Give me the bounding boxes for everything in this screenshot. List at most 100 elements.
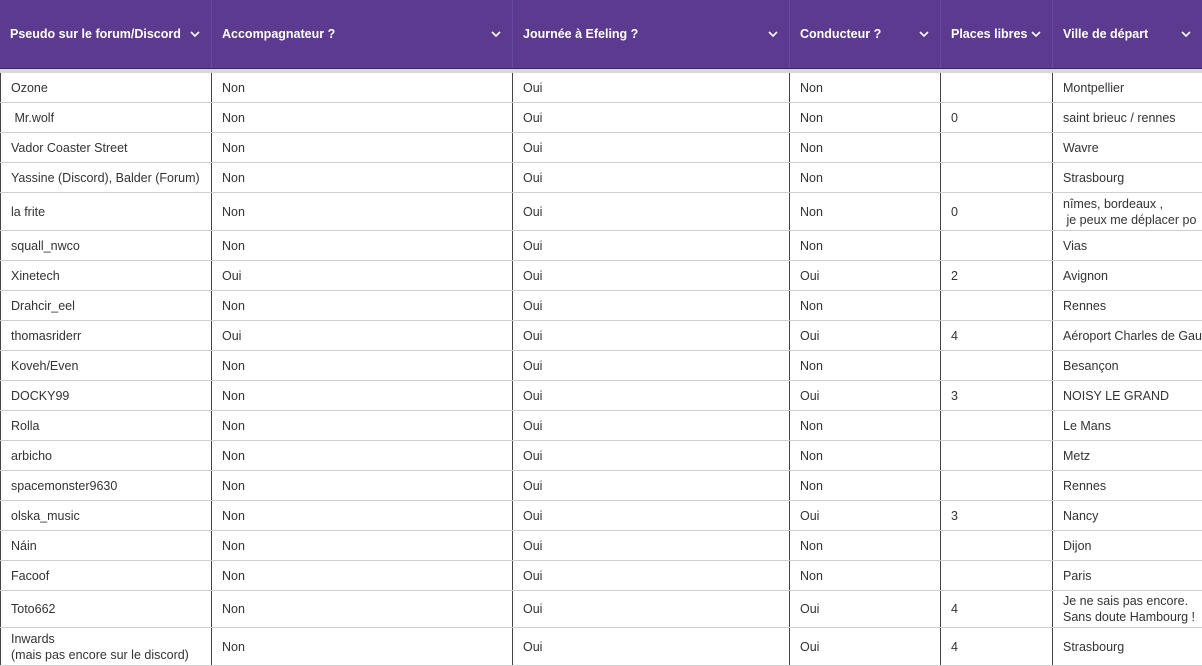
table-cell[interactable]: Montpellier <box>1053 73 1202 102</box>
table-cell[interactable]: Oui <box>513 351 790 380</box>
table-cell[interactable]: Non <box>212 531 513 560</box>
table-cell[interactable]: Le Mans <box>1053 411 1202 440</box>
chevron-down-icon[interactable] <box>767 28 779 40</box>
table-cell[interactable]: Non <box>212 103 513 132</box>
table-cell[interactable]: arbicho <box>0 441 212 470</box>
table-cell[interactable]: Vador Coaster Street <box>0 133 212 162</box>
table-cell[interactable]: Oui <box>513 501 790 530</box>
table-cell[interactable]: Oui <box>212 261 513 290</box>
table-cell[interactable]: Non <box>790 193 941 230</box>
table-cell[interactable]: Non <box>212 231 513 260</box>
table-cell[interactable]: Oui <box>513 73 790 102</box>
table-cell[interactable]: Oui <box>790 591 941 627</box>
table-cell[interactable] <box>941 531 1053 560</box>
column-header-pseudo[interactable]: Pseudo sur le forum/Discord <box>0 0 212 68</box>
table-cell[interactable]: nîmes, bordeaux , je peux me déplacer po <box>1053 193 1202 230</box>
table-cell[interactable]: 3 <box>941 381 1053 410</box>
chevron-down-icon[interactable] <box>1030 28 1042 40</box>
table-cell[interactable]: Non <box>212 351 513 380</box>
table-cell[interactable] <box>941 441 1053 470</box>
table-cell[interactable]: Non <box>790 291 941 320</box>
table-cell[interactable]: Oui <box>790 628 941 665</box>
table-cell[interactable]: Je ne sais pas encore. Sans doute Hambou… <box>1053 591 1202 627</box>
table-cell[interactable]: 0 <box>941 103 1053 132</box>
table-cell[interactable]: Non <box>212 381 513 410</box>
table-cell[interactable]: Non <box>212 73 513 102</box>
table-cell[interactable]: Wavre <box>1053 133 1202 162</box>
table-cell[interactable]: spacemonster9630 <box>0 471 212 500</box>
table-cell[interactable]: Non <box>790 531 941 560</box>
table-cell[interactable]: olska_music <box>0 501 212 530</box>
table-cell[interactable]: 4 <box>941 628 1053 665</box>
table-cell[interactable]: Oui <box>513 411 790 440</box>
table-cell[interactable]: Oui <box>513 103 790 132</box>
table-cell[interactable]: Koveh/Even <box>0 351 212 380</box>
table-cell[interactable]: 0 <box>941 193 1053 230</box>
table-cell[interactable]: Non <box>790 103 941 132</box>
table-cell[interactable]: Non <box>790 73 941 102</box>
table-cell[interactable]: Oui <box>513 231 790 260</box>
table-cell[interactable]: Vias <box>1053 231 1202 260</box>
table-cell[interactable] <box>941 351 1053 380</box>
table-cell[interactable]: Non <box>212 501 513 530</box>
column-header-places[interactable]: Places libres <box>941 0 1053 68</box>
table-cell[interactable] <box>941 73 1053 102</box>
table-cell[interactable]: Inwards (mais pas encore sur le discord) <box>0 628 212 665</box>
table-cell[interactable]: Oui <box>513 441 790 470</box>
column-header-accompagnateur[interactable]: Accompagnateur ? <box>212 0 513 68</box>
table-cell[interactable]: Dijon <box>1053 531 1202 560</box>
column-header-ville[interactable]: Ville de départ <box>1053 0 1202 68</box>
table-cell[interactable]: Non <box>212 561 513 590</box>
table-cell[interactable]: 3 <box>941 501 1053 530</box>
table-cell[interactable]: Non <box>212 628 513 665</box>
table-cell[interactable]: Oui <box>513 531 790 560</box>
table-cell[interactable]: Ozone <box>0 73 212 102</box>
table-cell[interactable]: NOISY LE GRAND <box>1053 381 1202 410</box>
table-cell[interactable]: Oui <box>513 193 790 230</box>
table-cell[interactable]: Drahcir_eel <box>0 291 212 320</box>
table-cell[interactable]: Oui <box>790 321 941 350</box>
table-cell[interactable]: Non <box>790 351 941 380</box>
table-cell[interactable]: Oui <box>790 501 941 530</box>
chevron-down-icon[interactable] <box>490 28 502 40</box>
table-cell[interactable] <box>941 163 1053 192</box>
table-cell[interactable]: Non <box>790 133 941 162</box>
column-header-journee[interactable]: Journée à Efeling ? <box>513 0 790 68</box>
table-cell[interactable] <box>941 561 1053 590</box>
table-cell[interactable]: 4 <box>941 591 1053 627</box>
table-cell[interactable]: Paris <box>1053 561 1202 590</box>
table-cell[interactable]: Oui <box>212 321 513 350</box>
table-cell[interactable]: Oui <box>790 381 941 410</box>
table-cell[interactable]: Metz <box>1053 441 1202 470</box>
table-cell[interactable]: Rennes <box>1053 471 1202 500</box>
table-cell[interactable] <box>941 471 1053 500</box>
table-cell[interactable]: Oui <box>513 591 790 627</box>
table-cell[interactable]: Non <box>212 441 513 470</box>
table-cell[interactable]: Non <box>212 133 513 162</box>
table-cell[interactable]: 4 <box>941 321 1053 350</box>
chevron-down-icon[interactable] <box>1180 28 1192 40</box>
table-cell[interactable] <box>941 133 1053 162</box>
table-cell[interactable]: Oui <box>513 261 790 290</box>
table-cell[interactable]: Oui <box>513 321 790 350</box>
table-cell[interactable]: Oui <box>513 163 790 192</box>
table-cell[interactable]: Oui <box>513 471 790 500</box>
table-cell[interactable]: Facoof <box>0 561 212 590</box>
table-cell[interactable]: thomasriderr <box>0 321 212 350</box>
table-cell[interactable]: squall_nwco <box>0 231 212 260</box>
table-cell[interactable]: Oui <box>513 291 790 320</box>
table-cell[interactable]: Non <box>212 411 513 440</box>
table-cell[interactable]: Aéroport Charles de Gau <box>1053 321 1202 350</box>
table-cell[interactable]: Strasbourg <box>1053 628 1202 665</box>
chevron-down-icon[interactable] <box>189 28 201 40</box>
table-cell[interactable]: Non <box>790 411 941 440</box>
table-cell[interactable]: Oui <box>513 561 790 590</box>
table-cell[interactable]: Besançon <box>1053 351 1202 380</box>
table-cell[interactable]: Non <box>790 561 941 590</box>
table-cell[interactable]: Non <box>212 291 513 320</box>
table-cell[interactable]: Oui <box>513 133 790 162</box>
table-cell[interactable]: Rennes <box>1053 291 1202 320</box>
table-cell[interactable]: Non <box>790 163 941 192</box>
column-header-conducteur[interactable]: Conducteur ? <box>790 0 941 68</box>
table-cell[interactable]: Non <box>790 471 941 500</box>
